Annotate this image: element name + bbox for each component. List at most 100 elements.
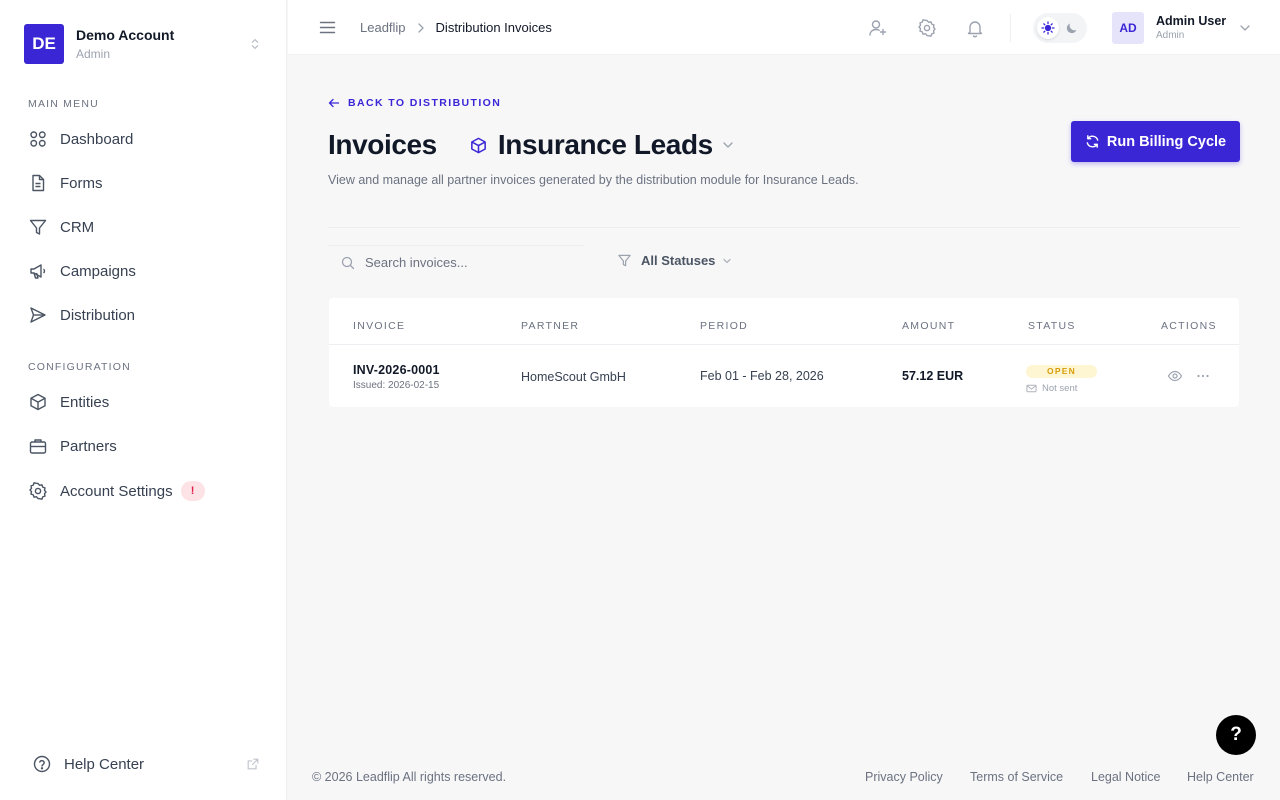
invoices-table: INVOICE PARTNER PERIOD AMOUNT STATUS ACT…: [329, 298, 1239, 407]
sidebar-item-crm[interactable]: CRM: [28, 215, 268, 239]
main-menu-label: MAIN MENU: [28, 98, 99, 110]
column-header-partner: PARTNER: [521, 320, 580, 332]
sidebar-item-label: Forms: [60, 174, 103, 192]
sidebar-item-distribution[interactable]: Distribution: [28, 303, 268, 327]
chevron-right-icon: [417, 22, 424, 33]
cube-icon: [30, 393, 46, 411]
sidebar-item-entities[interactable]: Entities: [28, 390, 268, 414]
partner-cell: HomeScout GmbH: [521, 370, 626, 384]
invoice-issued-date: Issued: 2026-02-15: [353, 380, 440, 391]
sidebar-item-account-settings[interactable]: Account Settings !: [28, 479, 268, 503]
light-mode-option[interactable]: [1037, 17, 1059, 39]
grid-icon: [30, 131, 46, 147]
period-cell: Feb 01 - Feb 28, 2026: [700, 369, 824, 383]
external-link-icon: [247, 758, 259, 770]
settings-gear-icon[interactable]: [917, 18, 937, 38]
chevron-up-down-icon: [251, 39, 259, 49]
more-horizontal-icon[interactable]: [1195, 368, 1211, 384]
column-header-actions: ACTIONS: [1161, 320, 1217, 332]
status-cell: OPEN Not sent: [1026, 361, 1097, 394]
run-billing-cycle-button[interactable]: Run Billing Cycle: [1071, 121, 1240, 162]
help-fab-button[interactable]: ?: [1216, 715, 1256, 755]
user-name: Admin User: [1156, 14, 1227, 28]
divider: [328, 227, 1240, 228]
column-header-status: STATUS: [1028, 320, 1076, 332]
invoice-search: [328, 245, 584, 279]
top-bar: Leadflip Distribution Invoices AD Admin …: [288, 0, 1280, 55]
entity-name: Insurance Leads: [497, 129, 713, 160]
run-billing-cycle-label: Run Billing Cycle: [1106, 133, 1227, 150]
page-heading: Invoices Insurance Leads: [328, 126, 735, 164]
search-icon: [341, 256, 355, 269]
theme-toggle[interactable]: [1033, 13, 1087, 43]
user-menu[interactable]: AD Admin User Admin: [1112, 12, 1252, 44]
account-role: Admin: [76, 47, 111, 61]
funnel-icon: [29, 219, 47, 235]
column-header-period: PERIOD: [700, 320, 749, 332]
avatar: AD: [1112, 12, 1144, 44]
status-filter-dropdown[interactable]: All Statuses: [617, 253, 733, 268]
amount-cell: 57.12 EUR: [902, 369, 964, 383]
column-header-amount: AMOUNT: [902, 320, 956, 332]
sidebar-item-dashboard[interactable]: Dashboard: [28, 127, 268, 151]
account-info: Demo Account Admin: [76, 26, 248, 62]
column-header-invoice: INVOICE: [353, 320, 406, 332]
chevron-down-icon: [723, 142, 733, 148]
envelope-icon: [1026, 384, 1037, 393]
divider: [329, 344, 1239, 345]
view-eye-icon[interactable]: [1167, 368, 1183, 384]
sidebar-item-label: Dashboard: [60, 130, 134, 148]
help-center-label: Help Center: [64, 755, 145, 773]
dark-mode-option[interactable]: [1061, 17, 1083, 39]
account-name: Demo Account: [76, 27, 175, 43]
invoice-cell: INV-2026-0001 Issued: 2026-02-15: [353, 363, 440, 391]
gear-icon: [29, 482, 47, 500]
moon-icon: [1066, 23, 1077, 34]
arrow-left-icon: [328, 98, 340, 108]
sidebar-item-label: Distribution: [60, 306, 136, 324]
sidebar-item-campaigns[interactable]: Campaigns: [28, 259, 268, 283]
sidebar-item-label: Campaigns: [60, 262, 136, 280]
chevron-down-icon: [723, 258, 732, 263]
status-badge: OPEN: [1026, 364, 1097, 378]
footer-link-legal-notice[interactable]: Legal Notice: [1091, 770, 1161, 784]
question-circle-icon: [33, 755, 51, 773]
page-title: Invoices: [328, 129, 437, 160]
chevron-down-icon: [1240, 25, 1250, 31]
hamburger-menu-icon[interactable]: [319, 19, 336, 36]
breadcrumb-current: Distribution Invoices: [435, 20, 552, 35]
footer-link-privacy-policy[interactable]: Privacy Policy: [865, 770, 943, 784]
bell-icon[interactable]: [965, 18, 985, 38]
briefcase-icon: [29, 439, 47, 454]
user-role: Admin: [1156, 30, 1185, 41]
refresh-icon: [1086, 135, 1099, 148]
cube-icon: [470, 137, 486, 153]
footer-copyright: © 2026 Leadflip All rights reserved.: [312, 770, 507, 784]
back-link-label: BACK TO DISTRIBUTION: [348, 97, 502, 109]
entity-selector[interactable]: Insurance Leads: [469, 129, 735, 161]
page-description: View and manage all partner invoices gen…: [328, 173, 859, 187]
breadcrumb: Leadflip Distribution Invoices: [360, 20, 552, 35]
status-filter-label: All Statuses: [641, 253, 716, 268]
sidebar-item-label: Account Settings: [60, 482, 173, 500]
configuration-label: CONFIGURATION: [28, 361, 131, 373]
send-icon: [30, 307, 46, 323]
invoice-number[interactable]: INV-2026-0001: [353, 363, 440, 377]
search-input[interactable]: [365, 255, 565, 270]
help-center-link[interactable]: Help Center: [32, 752, 260, 776]
footer-link-terms-of-service[interactable]: Terms of Service: [970, 770, 1063, 784]
sidebar: DE Demo Account Admin MAIN MENU Dashboar…: [0, 0, 287, 800]
back-to-distribution-link[interactable]: BACK TO DISTRIBUTION: [328, 97, 501, 109]
user-info: Admin User Admin: [1156, 14, 1238, 42]
add-user-icon[interactable]: [868, 18, 888, 38]
divider: [1010, 14, 1011, 42]
breadcrumb-link-leadflip[interactable]: Leadflip: [360, 20, 406, 35]
sent-status-label: Not sent: [1042, 383, 1078, 394]
sidebar-item-partners[interactable]: Partners: [28, 434, 268, 458]
warning-badge: !: [180, 481, 205, 501]
document-icon: [32, 174, 45, 192]
funnel-icon: [618, 254, 631, 267]
sidebar-item-forms[interactable]: Forms: [28, 171, 268, 195]
account-switcher[interactable]: DE Demo Account Admin: [24, 24, 264, 64]
footer-link-help-center[interactable]: Help Center: [1187, 770, 1254, 784]
